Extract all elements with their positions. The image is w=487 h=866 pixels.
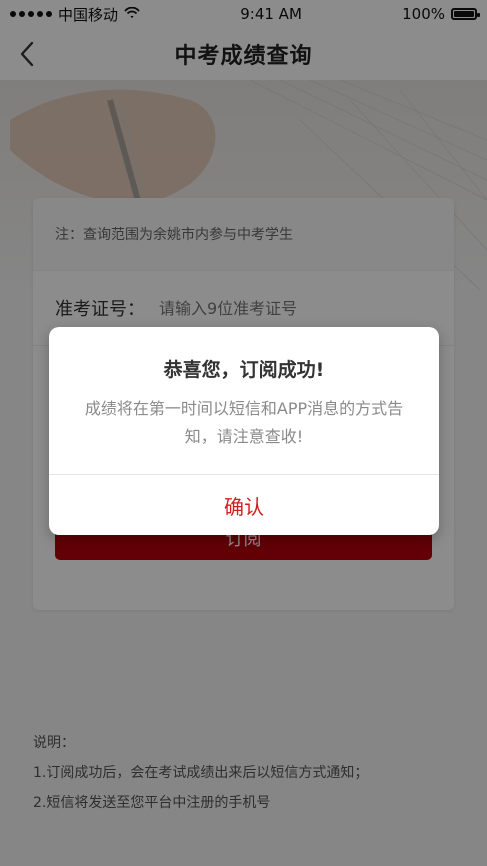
dialog-message: 成绩将在第一时间以短信和APP消息的方式告知，请注意查收! <box>84 399 404 446</box>
dialog-title: 恭喜您，订阅成功! <box>163 359 325 381</box>
success-dialog: 恭喜您，订阅成功! 成绩将在第一时间以短信和APP消息的方式告知，请注意查收! … <box>49 327 439 535</box>
confirm-button[interactable]: 确认 <box>49 475 439 535</box>
